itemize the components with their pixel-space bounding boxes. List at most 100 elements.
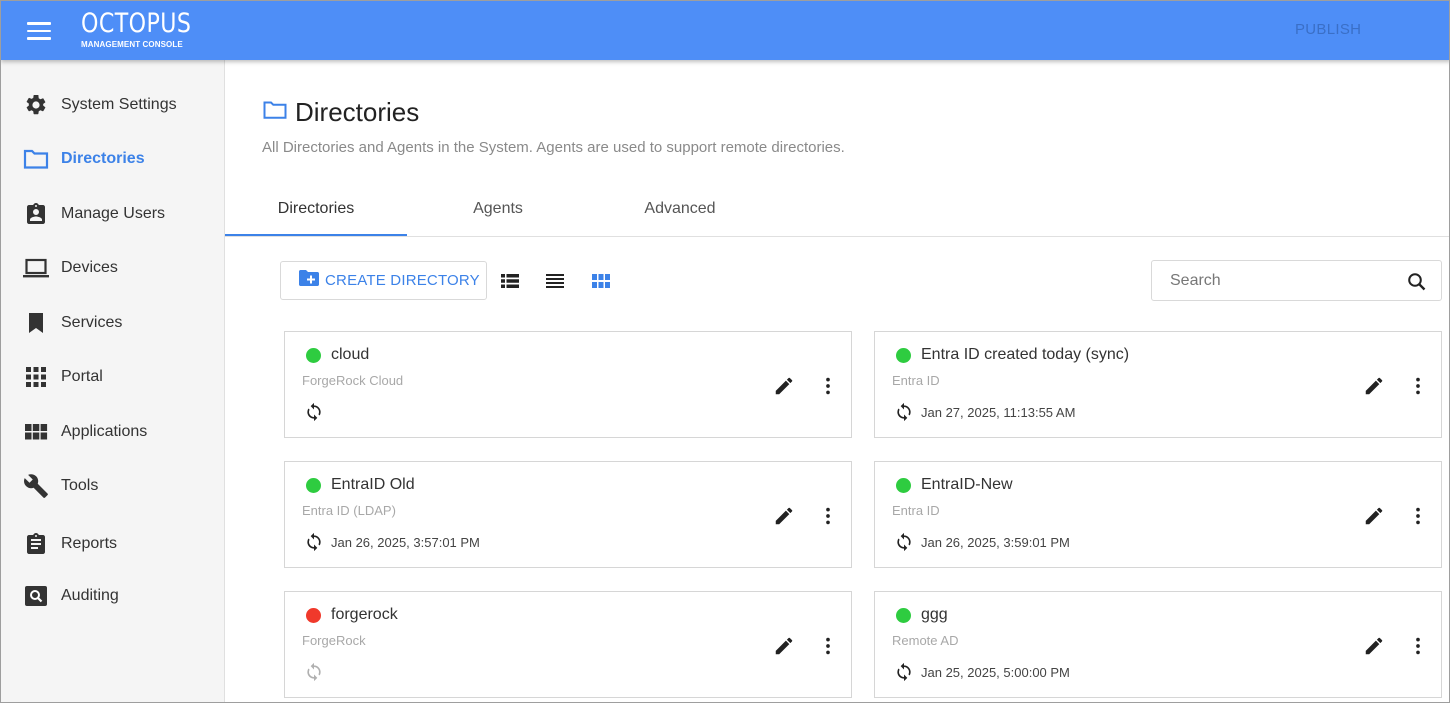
logo-title: OCTOPUS xyxy=(81,8,192,39)
publish-button[interactable]: PUBLISH xyxy=(1295,21,1361,38)
directory-name: EntraID Old xyxy=(331,476,415,493)
app-window: OCTOPUS MANAGEMENT CONSOLE PUBLISH Syste… xyxy=(0,0,1450,703)
create-directory-button[interactable]: CREATE DIRECTORY xyxy=(280,261,487,300)
sidebar-item-tools[interactable]: Tools xyxy=(1,464,224,508)
page-header: Directories xyxy=(263,97,419,127)
last-sync-time: Jan 25, 2025, 5:00:00 PM xyxy=(921,665,1070,680)
sidebar-item-directories[interactable]: Directories xyxy=(1,137,224,181)
last-sync-time: Jan 26, 2025, 3:59:01 PM xyxy=(921,535,1070,550)
tab-directories[interactable]: Directories xyxy=(225,191,407,236)
last-sync-time: Jan 26, 2025, 3:57:01 PM xyxy=(331,535,480,550)
bookmark-icon xyxy=(23,311,49,335)
page-title: Directories xyxy=(295,96,420,127)
edit-icon[interactable] xyxy=(1363,635,1385,657)
search-icon[interactable] xyxy=(1406,271,1428,293)
directory-type: Entra ID (LDAP) xyxy=(302,503,396,518)
directory-name: Entra ID created today (sync) xyxy=(921,346,1130,363)
sidebar-item-label: Devices xyxy=(61,259,118,276)
view-list-detail-icon[interactable] xyxy=(499,270,521,292)
sync-icon xyxy=(894,662,914,682)
edit-icon[interactable] xyxy=(1363,505,1385,527)
directory-type: ForgeRock Cloud xyxy=(302,373,404,388)
sidebar-item-label: Directories xyxy=(61,150,145,167)
edit-icon[interactable] xyxy=(773,505,795,527)
more-vert-icon[interactable] xyxy=(817,635,839,657)
edit-icon[interactable] xyxy=(773,635,795,657)
more-vert-icon[interactable] xyxy=(817,375,839,397)
sync-icon xyxy=(304,662,324,682)
more-vert-icon[interactable] xyxy=(1407,375,1429,397)
page-subtitle: All Directories and Agents in the System… xyxy=(262,139,845,156)
sidebar-item-label: Reports xyxy=(61,535,118,552)
status-indicator xyxy=(306,608,321,623)
directory-card[interactable]: cloud ForgeRock Cloud xyxy=(284,331,852,438)
directory-card[interactable]: Entra ID created today (sync) Entra ID J… xyxy=(874,331,1442,438)
sidebar-item-portal[interactable]: Portal xyxy=(1,355,224,399)
view-module-icon xyxy=(23,420,49,444)
more-vert-icon[interactable] xyxy=(817,505,839,527)
sidebar-item-devices[interactable]: Devices xyxy=(1,246,224,290)
directory-name: cloud xyxy=(331,346,370,363)
sidebar-item-auditing[interactable]: Auditing xyxy=(1,574,224,618)
sync-icon xyxy=(304,532,324,552)
sidebar-item-services[interactable]: Services xyxy=(1,301,224,345)
directory-type: Remote AD xyxy=(892,633,959,648)
status-indicator xyxy=(896,478,911,493)
laptop-icon xyxy=(23,256,49,280)
directory-name: forgerock xyxy=(331,606,398,623)
status-indicator xyxy=(306,478,321,493)
directory-type: Entra ID xyxy=(892,373,940,388)
add-folder-icon xyxy=(299,269,319,292)
directory-card[interactable]: forgerock ForgeRock xyxy=(284,591,852,698)
folder-icon xyxy=(23,147,49,171)
sidebar-item-label: Tools xyxy=(61,477,99,494)
wrench-icon xyxy=(23,474,49,498)
sidebar-item-label: Applications xyxy=(61,423,148,440)
edit-icon[interactable] xyxy=(773,375,795,397)
gear-icon xyxy=(23,93,49,117)
create-directory-label: CREATE DIRECTORY xyxy=(325,272,480,289)
sidebar-item-manage-users[interactable]: Manage Users xyxy=(1,192,224,236)
search-input[interactable] xyxy=(1152,261,1402,300)
sync-icon xyxy=(894,532,914,552)
logo-subtitle: MANAGEMENT CONSOLE xyxy=(81,40,183,49)
view-grid-icon[interactable] xyxy=(590,270,612,292)
tab-bar: Directories Agents Advanced xyxy=(225,191,1449,237)
sidebar-item-label: Auditing xyxy=(61,587,119,604)
folder-icon xyxy=(263,100,287,125)
more-vert-icon[interactable] xyxy=(1407,505,1429,527)
directory-card[interactable]: ggg Remote AD Jan 25, 2025, 5:00:00 PM xyxy=(874,591,1442,698)
logo: OCTOPUS MANAGEMENT CONSOLE xyxy=(81,8,216,50)
user-badge-icon xyxy=(23,202,49,226)
directory-type: ForgeRock xyxy=(302,633,366,648)
tab-advanced[interactable]: Advanced xyxy=(589,191,771,236)
sidebar-item-applications[interactable]: Applications xyxy=(1,410,224,454)
directory-card[interactable]: EntraID-New Entra ID Jan 26, 2025, 3:59:… xyxy=(874,461,1442,568)
menu-icon[interactable] xyxy=(27,22,51,40)
directory-name: ggg xyxy=(921,606,948,623)
directory-card[interactable]: EntraID Old Entra ID (LDAP) Jan 26, 2025… xyxy=(284,461,852,568)
search-box-icon xyxy=(23,584,49,608)
sidebar-item-system-settings[interactable]: System Settings xyxy=(1,83,224,127)
status-indicator xyxy=(306,348,321,363)
sidebar-item-label: System Settings xyxy=(61,96,177,113)
apps-grid-icon xyxy=(23,365,49,389)
sidebar-item-reports[interactable]: Reports xyxy=(1,522,224,566)
tab-agents[interactable]: Agents xyxy=(407,191,589,236)
sidebar-item-label: Portal xyxy=(61,368,103,385)
sidebar-item-label: Manage Users xyxy=(61,205,166,222)
view-list-icon[interactable] xyxy=(544,270,566,292)
directory-type: Entra ID xyxy=(892,503,940,518)
last-sync-time: Jan 27, 2025, 11:13:55 AM xyxy=(921,405,1076,420)
top-bar: OCTOPUS MANAGEMENT CONSOLE PUBLISH xyxy=(1,1,1449,60)
more-vert-icon[interactable] xyxy=(1407,635,1429,657)
edit-icon[interactable] xyxy=(1363,375,1385,397)
status-indicator xyxy=(896,348,911,363)
sync-icon xyxy=(304,402,324,422)
sidebar: System Settings Directories Manage Users… xyxy=(1,60,225,702)
sidebar-item-label: Services xyxy=(61,314,123,331)
status-indicator xyxy=(896,608,911,623)
directory-name: EntraID-New xyxy=(921,476,1013,493)
search-box xyxy=(1151,260,1442,301)
clipboard-icon xyxy=(23,532,49,556)
